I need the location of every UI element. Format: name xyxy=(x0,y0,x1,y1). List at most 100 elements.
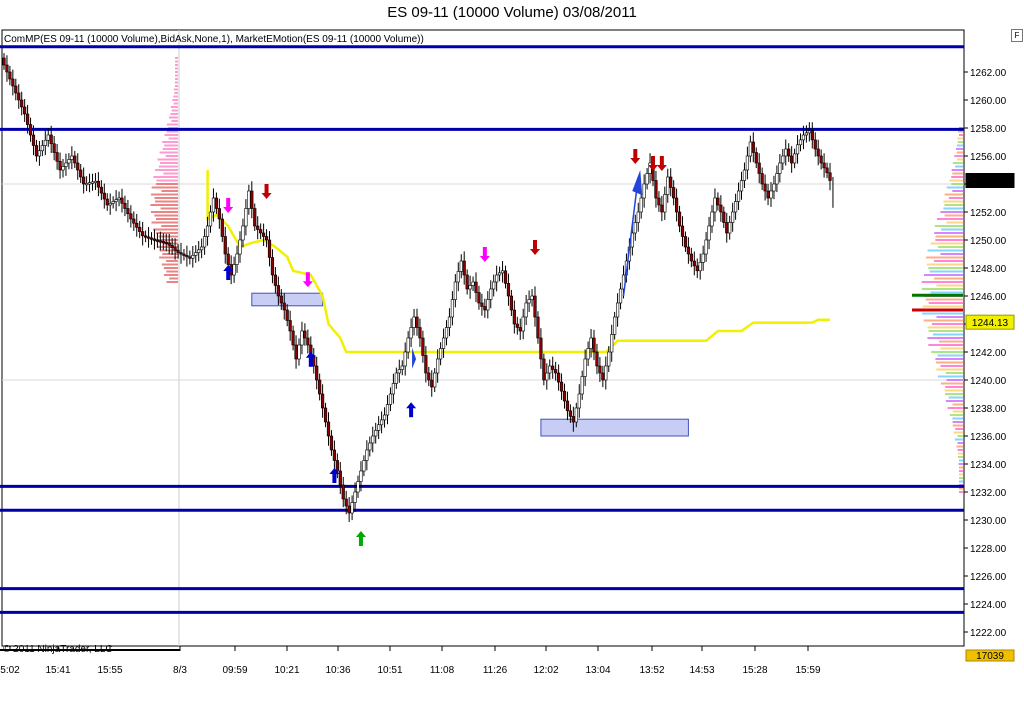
volume-profile-bar xyxy=(956,445,963,448)
candle-body xyxy=(28,124,33,136)
volume-profile-bar xyxy=(156,183,178,185)
volume-profile-bar xyxy=(927,326,963,329)
volume-profile-bar xyxy=(957,158,963,161)
candle-body xyxy=(471,281,475,286)
candle-body xyxy=(748,141,752,157)
candle-body xyxy=(90,181,95,184)
candle-body xyxy=(223,236,227,255)
candle-body xyxy=(607,351,611,367)
price-chart[interactable]: 1222.00 1224.00 1226.00 1228.00 1230.00 1232.… xyxy=(0,0,1024,703)
volume-profile-bar xyxy=(175,57,178,59)
volume-profile-bar xyxy=(959,470,963,472)
f-button[interactable]: F xyxy=(1011,29,1023,42)
volume-profile-bar xyxy=(931,323,963,325)
candle-body xyxy=(701,253,705,263)
candle-body xyxy=(379,419,384,426)
volume-profile-bar xyxy=(934,277,963,280)
volume-profile-bar xyxy=(930,242,963,245)
candle-body xyxy=(356,481,360,493)
x-tick-label: 15:55 xyxy=(97,665,122,676)
volume-profile-bar xyxy=(952,410,963,413)
volume-profile-bar xyxy=(946,379,963,381)
candle-body xyxy=(757,162,761,174)
volume-profile-bar xyxy=(935,239,963,241)
volume-profile-bar xyxy=(956,144,963,147)
volume-profile-bar xyxy=(927,249,963,252)
candle-body xyxy=(433,372,437,388)
volume-profile-bar xyxy=(934,260,963,262)
candle-body xyxy=(495,274,499,283)
volume-profile-bar xyxy=(155,200,178,203)
candle-body xyxy=(583,358,587,377)
y-tick-label: 1226.00 xyxy=(970,572,1007,583)
candle-body xyxy=(713,197,717,213)
candle-body xyxy=(810,130,814,141)
volume-profile-bar xyxy=(959,491,963,493)
candle-body xyxy=(604,365,608,381)
candle-body xyxy=(633,222,637,234)
candle-body xyxy=(795,144,800,155)
candle-body xyxy=(816,148,820,157)
candle-body xyxy=(155,239,160,242)
candle-body xyxy=(754,152,758,164)
candle-body xyxy=(412,316,416,328)
candle-body xyxy=(102,192,106,200)
candle-body xyxy=(31,134,36,146)
candle-body xyxy=(486,299,490,311)
volume-profile-bar xyxy=(175,74,178,77)
candle-body xyxy=(185,255,189,258)
y-tick-label: 1236.00 xyxy=(970,432,1007,443)
candle-body xyxy=(85,183,89,186)
candle-body xyxy=(421,337,425,356)
candle-body xyxy=(477,292,481,304)
plot-frame xyxy=(1,29,965,647)
volume-profile-bar xyxy=(944,389,963,392)
candle-body xyxy=(188,256,192,259)
candle-body xyxy=(320,393,325,409)
candle-body xyxy=(214,197,219,209)
volume-profile-bar xyxy=(166,281,178,283)
volume-profile-bar xyxy=(934,225,963,227)
candle-body xyxy=(751,141,755,153)
x-tick-label: 13:52 xyxy=(639,665,664,676)
candle-body xyxy=(149,237,154,240)
volume-profile-bar xyxy=(174,81,178,84)
candle-body xyxy=(394,372,398,384)
volume-profile-bar xyxy=(154,197,178,199)
volume-profile-bar xyxy=(163,267,178,269)
volume-profile-bar xyxy=(959,459,963,462)
candle-body xyxy=(244,208,248,227)
volume-profile-bar xyxy=(930,291,963,294)
volume-profile-bar xyxy=(951,169,963,171)
volume-profile-bar xyxy=(929,270,963,273)
last-price-label: 1254.25 xyxy=(972,177,1009,188)
candle-body xyxy=(353,491,357,503)
candle-body xyxy=(135,222,139,228)
candle-body xyxy=(241,225,245,241)
candle-body xyxy=(707,225,711,241)
zone-box xyxy=(540,418,689,437)
candle-body xyxy=(562,390,567,402)
volume-profile-bar xyxy=(161,225,178,227)
volume-profile-bar xyxy=(170,106,178,108)
volume-profile-bar xyxy=(940,253,963,255)
volume-profile-bar xyxy=(157,158,178,161)
y-tick-label: 1228.00 xyxy=(970,544,1007,555)
candle-body xyxy=(731,211,735,223)
volume-profile-bar xyxy=(956,148,963,150)
candle-body xyxy=(825,167,829,174)
candle-body xyxy=(176,249,180,253)
candle-body xyxy=(226,253,230,265)
y-tick-label: 1232.00 xyxy=(970,488,1007,499)
volume-profile-bar xyxy=(941,228,963,231)
volume-profile-bar xyxy=(936,316,963,318)
y-tick-label: 1238.00 xyxy=(970,404,1007,415)
candle-body xyxy=(217,208,221,220)
candle-body xyxy=(804,132,808,136)
volume-profile-bar xyxy=(955,165,963,168)
candle-body xyxy=(769,190,773,199)
x-tick-label: 11:08 xyxy=(430,665,455,676)
candle-body xyxy=(512,309,516,325)
candle-body xyxy=(285,309,289,321)
candle-body xyxy=(589,337,593,349)
